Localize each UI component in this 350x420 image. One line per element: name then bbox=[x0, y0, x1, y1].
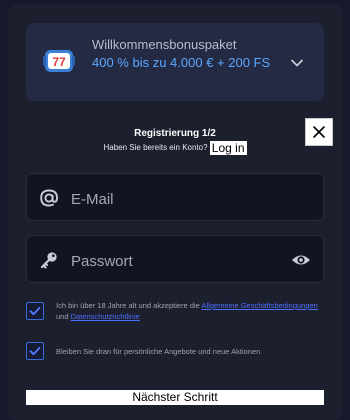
email-input[interactable] bbox=[69, 186, 283, 212]
privacy-link[interactable]: Datenschutzrichtlinie bbox=[71, 312, 140, 321]
terms-link[interactable]: Allgemeine Geschäftsbedingungen bbox=[202, 301, 318, 310]
terms-text-before: Ich bin über 18 Jahre alt und akzeptiere… bbox=[56, 301, 202, 310]
login-button[interactable]: Log in bbox=[209, 141, 247, 155]
promo-checkbox[interactable] bbox=[26, 342, 44, 360]
checkmark-icon bbox=[29, 346, 41, 356]
bonus-offer: 400 % bis zu 4.000 € + 200 FS bbox=[92, 55, 271, 70]
chevron-down-icon[interactable] bbox=[290, 56, 304, 70]
eye-icon[interactable] bbox=[291, 251, 311, 269]
password-input[interactable] bbox=[69, 248, 283, 274]
key-icon bbox=[40, 252, 57, 269]
next-step-button[interactable]: Nächster Schritt bbox=[26, 390, 324, 405]
at-sign-icon bbox=[40, 189, 58, 207]
email-field[interactable] bbox=[26, 173, 324, 221]
promo-text: Bleiben Sie dran für persönliche Angebot… bbox=[56, 347, 261, 356]
svg-text:77: 77 bbox=[52, 55, 66, 69]
registration-step-title: Registrierung 1/2 bbox=[134, 128, 216, 139]
slot-777-icon: 77 bbox=[43, 50, 75, 72]
login-prompt: Haben Sie bereits ein Konto? Log in bbox=[0, 141, 350, 155]
terms-text-mid: und bbox=[56, 312, 71, 321]
terms-checkbox[interactable] bbox=[26, 302, 44, 320]
has-account-text: Haben Sie bereits ein Konto? bbox=[103, 143, 208, 153]
welcome-bonus-card[interactable]: 77 Willkommensbonuspaket 400 % bis zu 4.… bbox=[26, 23, 324, 101]
terms-text: Ich bin über 18 Jahre alt und akzeptiere… bbox=[56, 300, 318, 322]
password-field[interactable] bbox=[26, 235, 324, 283]
bonus-title: Willkommensbonuspaket bbox=[92, 37, 237, 52]
checkmark-icon bbox=[29, 306, 41, 316]
